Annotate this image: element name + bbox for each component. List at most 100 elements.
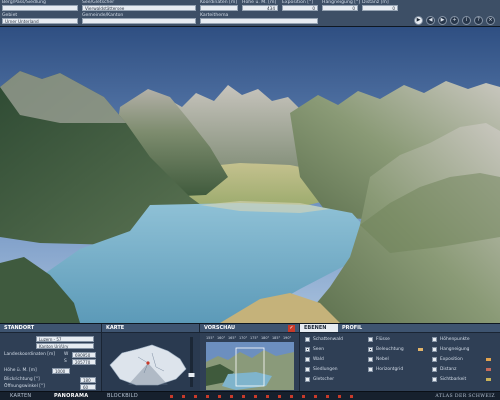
angle-label: 165° (228, 336, 237, 340)
layer-label: Siedlungen (313, 367, 338, 372)
nav-karten[interactable]: KARTEN (10, 393, 31, 400)
nav-dot (338, 395, 341, 398)
panorama-rendering (0, 27, 500, 323)
layer-label: Beleuchtung (376, 347, 404, 352)
nav-dot (194, 395, 197, 398)
nav-blockbild[interactable]: BLOCKBILD (107, 393, 138, 400)
overview-map[interactable] (102, 333, 200, 392)
layer-label: Hangneigung (440, 347, 470, 352)
layer-checkbox[interactable] (305, 337, 310, 342)
hangneigung-value-box: 0 (322, 5, 358, 11)
nav-dot (290, 395, 293, 398)
nav-dot (314, 395, 317, 398)
layer-checkbox[interactable] (368, 357, 373, 362)
layer-checkbox[interactable] (305, 347, 310, 352)
nav-dot (350, 395, 353, 398)
layer-checkbox[interactable] (368, 337, 373, 342)
karte-title: KARTE (106, 325, 125, 331)
map-zoom-handle[interactable] (188, 373, 195, 377)
gebiet-field: Gebiet Urner Unterland (0, 13, 80, 26)
hoehe-value: 434 (267, 6, 275, 11)
hoehe-input-value: 1000 (55, 369, 66, 374)
berg-field[interactable]: Berg/Pass/Siedlung (0, 0, 80, 13)
angle-label: 170° (239, 336, 248, 340)
help-icon[interactable]: ? (474, 16, 483, 25)
coord-s-field[interactable]: 205770 (72, 359, 96, 365)
nav-dot (254, 395, 257, 398)
berg-value-box[interactable] (2, 5, 78, 11)
preview-thumbnail[interactable] (206, 342, 294, 390)
layer-label: Seen (313, 347, 324, 352)
see-value-box[interactable]: Vierwaldstättersee (82, 5, 196, 11)
control-panel: STANDORT Luzern - 57 Kanton Uri/Ury Land… (0, 323, 500, 392)
zoom-icon[interactable]: + (450, 16, 459, 25)
hangneigung-field: Hangneigung [°] 0 (320, 0, 360, 13)
nav-dot (230, 395, 233, 398)
play-icon[interactable]: ▶ (414, 16, 423, 25)
see-field[interactable]: See/Gletscher Vierwaldstättersee (80, 0, 198, 13)
angle-label: 175° (250, 336, 259, 340)
nav-dot (266, 395, 269, 398)
distanz-field: Distanz [m] 0 (360, 0, 400, 13)
nav-dot (182, 395, 185, 398)
nav-dot (170, 395, 173, 398)
distanz-swatch (486, 368, 491, 371)
hoehe-field: Höhe ü. M. [m] 434 (240, 0, 280, 13)
nav-panorama[interactable]: PANORAMA (54, 393, 88, 400)
nav-indicator-dots (170, 395, 353, 398)
koord-value-box (200, 5, 238, 11)
layer-checkbox[interactable] (305, 367, 310, 372)
tab-ebenen[interactable]: EBENEN (304, 326, 326, 331)
distanz-value: 0 (392, 6, 395, 11)
standort-panel: STANDORT Luzern - 57 Kanton Uri/Ury Land… (0, 324, 102, 392)
ebenen-header: EBENEN PROFIL (300, 324, 500, 333)
layer-checkbox[interactable] (368, 347, 373, 352)
karte-panel: KARTE (102, 324, 200, 392)
layer-checkbox[interactable] (432, 357, 437, 362)
canton-select[interactable]: Kanton Uri/Ury (36, 343, 94, 349)
layer-label: Schattenwald (313, 337, 343, 342)
render-check-icon[interactable]: ✓ (288, 325, 295, 332)
back-icon[interactable]: ◀ (426, 16, 435, 25)
koord-field: Koordinaten [m] (198, 0, 240, 13)
layer-label: Wald (313, 357, 324, 362)
karte-header: KARTE (102, 324, 199, 333)
location-select[interactable]: Luzern - 57 (36, 336, 94, 342)
layer-label: Höhenpunkte (440, 337, 470, 342)
layer-checkbox[interactable] (432, 337, 437, 342)
nav-dot (242, 395, 245, 398)
info-icon[interactable]: i (462, 16, 471, 25)
layer-checkbox[interactable] (432, 347, 437, 352)
hoehe-input[interactable]: 1000 (52, 368, 70, 374)
toolbar-buttons: ▶ ◀ ▶ + i ? × (414, 16, 495, 25)
gemeinde-field: Gemeinde/Kanton (80, 13, 198, 26)
location-marker-icon[interactable] (146, 361, 150, 365)
angle-label: 180° (261, 336, 270, 340)
coord-w-field[interactable]: 690950 (72, 352, 96, 358)
sichtbarkeit-swatch (486, 378, 491, 381)
nav-dot (278, 395, 281, 398)
layer-checkbox[interactable] (368, 367, 373, 372)
layer-checkbox[interactable] (305, 377, 310, 382)
forward-icon[interactable]: ▶ (438, 16, 447, 25)
beleuchtung-swatch (418, 348, 423, 351)
angle-label: 160° (217, 336, 226, 340)
canton-select-value: Kanton Uri/Ury (39, 344, 69, 349)
panorama-view[interactable] (0, 27, 500, 323)
exposition-value-box: 0 (282, 5, 318, 11)
layer-label: Exposition (440, 357, 463, 362)
coord-s-label: S (64, 359, 67, 364)
blick-input[interactable]: 180 (80, 377, 96, 383)
map-zoom-track[interactable] (190, 337, 193, 387)
close-icon[interactable]: × (486, 16, 495, 25)
angle-label: 190° (283, 336, 292, 340)
ebenen-panel: EBENEN PROFIL Schattenwald Seen Wald Sie… (300, 324, 500, 392)
winkel-input-value: 60 (83, 385, 89, 390)
winkel-input[interactable]: 60 (80, 384, 96, 390)
layer-checkbox[interactable] (432, 377, 437, 382)
karteithema-value-box (200, 18, 318, 24)
layer-checkbox[interactable] (432, 367, 437, 372)
tab-profil[interactable]: PROFIL (342, 326, 362, 331)
coord-w-value: 690950 (75, 353, 91, 358)
layer-checkbox[interactable] (305, 357, 310, 362)
